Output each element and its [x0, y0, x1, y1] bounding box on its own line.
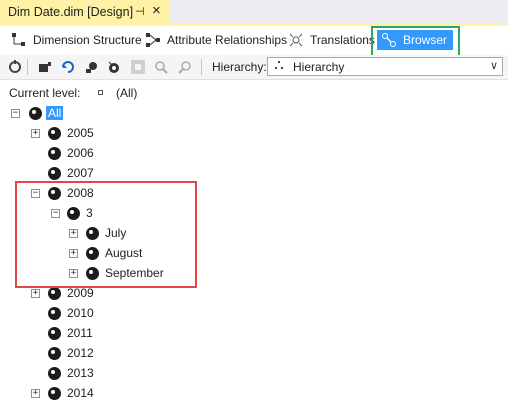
- browser-toolbar: Hierarchy: Hierarchy ∨: [0, 55, 508, 80]
- member-label[interactable]: 2011: [67, 326, 93, 340]
- dimension-structure-icon: [12, 33, 25, 46]
- annotation-highlight-box: [15, 181, 197, 288]
- member-icon: [48, 327, 61, 340]
- zoom-icon: [177, 59, 193, 75]
- close-icon[interactable]: ×: [152, 2, 161, 19]
- tab-attribute-relationships[interactable]: Attribute Relationships: [145, 30, 287, 50]
- deploy-icon[interactable]: [37, 59, 53, 75]
- tab-label: Translations: [310, 33, 375, 47]
- current-level-row: Current level: (All): [9, 86, 209, 102]
- hierarchy-dropdown[interactable]: Hierarchy ∨: [267, 57, 503, 76]
- member-label[interactable]: 2005: [67, 126, 94, 140]
- attribute-relationships-icon: [146, 33, 160, 47]
- member-icon: [48, 387, 61, 400]
- pin-icon[interactable]: ⊣: [135, 5, 145, 18]
- member-label[interactable]: 2007: [67, 166, 94, 180]
- member-icon: [29, 107, 42, 120]
- collapse-icon[interactable]: −: [11, 109, 20, 118]
- document-tab-title: Dim Date.dim [Design]: [8, 5, 134, 19]
- expand-icon[interactable]: +: [31, 289, 40, 298]
- member-icon: [48, 307, 61, 320]
- toolbar-separator: [201, 59, 202, 75]
- document-tab-bar: Dim Date.dim [Design] ⊣ ×: [0, 0, 508, 26]
- tab-translations[interactable]: Translations: [288, 30, 375, 50]
- member-label[interactable]: 2013: [67, 366, 94, 380]
- process-icon[interactable]: [7, 59, 23, 75]
- hierarchy-label: Hierarchy:: [212, 60, 267, 74]
- member-properties-icon[interactable]: [84, 59, 100, 75]
- find-icon: [153, 59, 169, 75]
- member-label[interactable]: 2009: [67, 286, 94, 300]
- document-tab[interactable]: Dim Date.dim [Design] ⊣ ×: [0, 0, 169, 24]
- member-label[interactable]: All: [46, 106, 64, 120]
- current-level-label: Current level:: [9, 86, 81, 100]
- reconnect-icon[interactable]: [60, 59, 76, 75]
- expand-icon[interactable]: +: [31, 129, 40, 138]
- tab-label: Attribute Relationships: [167, 33, 288, 47]
- member-icon: [48, 167, 61, 180]
- member-icon: [48, 147, 61, 160]
- tab-dimension-structure[interactable]: Dimension Structure: [11, 30, 142, 50]
- member-label[interactable]: 2012: [67, 346, 94, 360]
- image-icon: [130, 59, 146, 75]
- member-label[interactable]: 2006: [67, 146, 94, 160]
- member-icon: [48, 287, 61, 300]
- hierarchy-value: Hierarchy: [293, 60, 345, 74]
- tab-label: Dimension Structure: [33, 33, 142, 47]
- chevron-down-icon[interactable]: ∨: [490, 59, 498, 72]
- translations-icon: [289, 33, 303, 47]
- toolbar-separator: [27, 59, 28, 75]
- member-icon: [48, 367, 61, 380]
- member-label[interactable]: 2014: [67, 386, 94, 400]
- hierarchy-icon: [275, 61, 283, 69]
- expand-icon[interactable]: +: [31, 389, 40, 398]
- member-icon: [48, 127, 61, 140]
- member-label[interactable]: 2010: [67, 306, 94, 320]
- level-icon: [98, 90, 103, 95]
- member-icon: [48, 347, 61, 360]
- current-level-value: (All): [116, 86, 138, 100]
- filter-members-icon[interactable]: [106, 59, 122, 75]
